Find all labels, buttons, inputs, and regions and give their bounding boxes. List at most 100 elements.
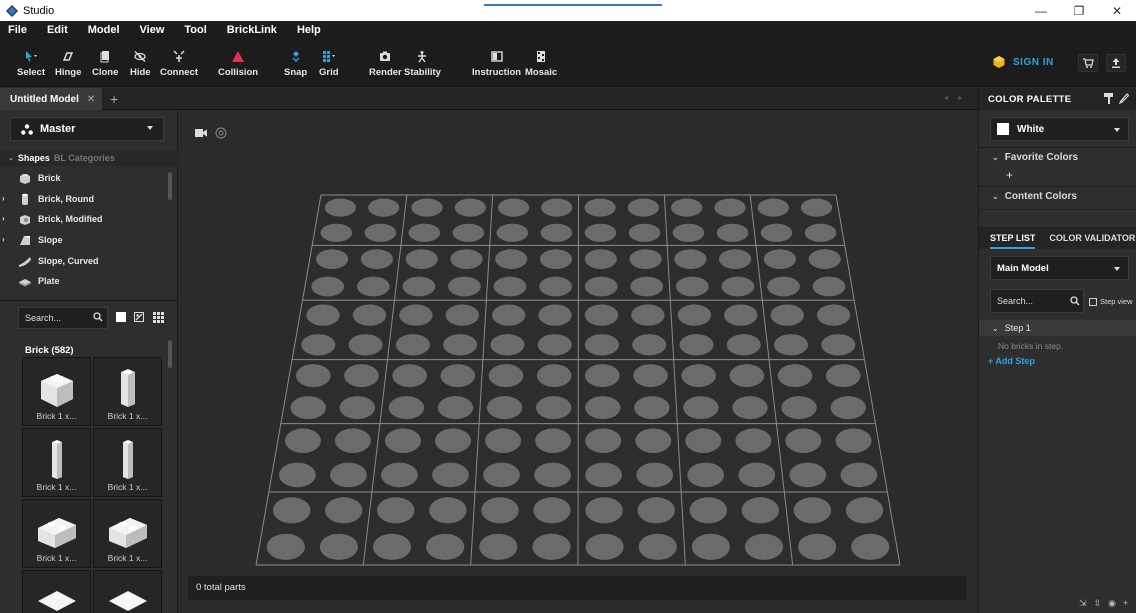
3d-viewport[interactable]: 0 total parts [178,110,978,613]
stud [585,462,622,488]
menu-bricklink[interactable]: BrickLink [217,21,287,40]
add-icon[interactable]: + [1123,598,1128,609]
paint-roller-icon[interactable] [1104,93,1114,104]
color-square-icon[interactable] [116,312,126,322]
part-tile[interactable]: Brick 1 x... [22,499,91,568]
hierarchy-icon [21,123,33,135]
collapse-icon[interactable]: ⇲ [1079,598,1087,609]
category-brick[interactable]: Brick [0,168,178,189]
decorated-filter-icon[interactable] [134,312,144,322]
minimize-button[interactable]: — [1022,0,1060,21]
stud [437,396,474,420]
menu-file[interactable]: File [0,21,37,40]
slope-icon [20,236,30,246]
baseplate-scene[interactable] [178,110,978,613]
add-tab-button[interactable]: + [110,91,118,107]
maximize-button[interactable]: ❐ [1060,0,1098,21]
hinge-tool-button[interactable]: Hinge [55,50,81,78]
grid-label: Grid [319,67,339,78]
part-tile[interactable]: Brick 1 x... [93,428,162,497]
category-brick-round[interactable]: › Brick, Round [0,189,178,210]
part-tile[interactable]: Brick 1 x... [22,428,91,497]
snap-tool-button[interactable]: Snap [284,50,307,78]
tab-bl-categories[interactable]: BL Categories [54,153,115,163]
stud [352,304,387,326]
tab-step-list[interactable]: STEP LIST [979,233,1036,249]
select-tool-button[interactable]: Select [17,50,45,78]
stud [536,396,572,420]
model-dropdown[interactable]: Main Model [990,256,1129,280]
brick-1x2-icon [109,518,147,548]
menu-edit[interactable]: Edit [37,21,78,40]
stud [798,533,837,560]
color-dropdown[interactable]: White [990,117,1129,141]
stud [585,497,623,524]
category-scrollbar[interactable] [168,172,172,200]
hide-label: Hide [130,67,151,78]
search-icon[interactable] [1070,296,1080,306]
stud [486,396,523,420]
visibility-icon[interactable]: ◉ [1108,598,1116,609]
menu-model[interactable]: Model [78,21,130,40]
content-colors-toggle[interactable]: ⌄ Content Colors [992,191,1077,202]
close-tab-icon[interactable]: ✕ [87,94,95,105]
part-tile[interactable]: Brick 1 x... [93,499,162,568]
add-favorite-color-button[interactable]: + [1006,168,1013,182]
upload-button[interactable] [1106,54,1126,72]
mosaic-tool-button[interactable]: Mosaic [525,50,557,78]
cart-button[interactable] [1078,54,1098,72]
menu-view[interactable]: View [130,21,175,40]
tab-untitled-model[interactable]: Untitled Model ✕ [0,88,102,110]
tab-scroll-arrows[interactable]: ◂ ▸ [944,93,966,102]
orbit-reset-icon[interactable] [215,127,227,139]
instruction-tool-button[interactable]: Instruction [472,50,521,78]
stud [537,334,572,356]
close-window-button[interactable]: ✕ [1098,0,1136,21]
category-slope-curved[interactable]: Slope, Curved [0,250,178,271]
grid-view-icon[interactable] [153,312,164,323]
category-label: Slope [38,235,63,246]
category-plate[interactable]: Plate [0,271,178,292]
menu-tool[interactable]: Tool [174,21,216,40]
stud [443,334,478,356]
stud [757,198,789,217]
add-step-button[interactable]: + Add Step [988,356,1035,366]
stud [448,276,481,297]
grid-tool-button[interactable]: Grid [319,50,339,78]
palette-dropdown[interactable]: Master [10,117,164,141]
collision-tool-button[interactable]: Collision [218,50,258,78]
stud [777,364,813,388]
category-slope[interactable]: › Slope [0,230,178,251]
clone-tool-button[interactable]: Clone [92,50,118,78]
brick-1x1-column-icon [123,440,133,479]
step-1-row[interactable]: ⌄ Step 1 [979,320,1136,336]
chevron-down-icon: ⌄ [992,153,999,162]
sign-in-button[interactable]: SIGN IN [993,56,1054,68]
menu-help[interactable]: Help [287,21,331,40]
render-tool-button[interactable]: Render [369,50,402,78]
stud [744,533,784,560]
part-tile[interactable]: Brick 1 x... [22,357,91,426]
category-brick-modified[interactable]: › Brick, Modified [0,209,178,230]
eyedropper-icon[interactable] [1119,93,1129,104]
stud [452,223,485,242]
connect-tool-button[interactable]: Connect [160,50,198,78]
stud [585,364,620,388]
part-tile[interactable] [93,570,162,613]
part-tile[interactable] [22,570,91,613]
part-tile[interactable]: Brick 1 x... [93,357,162,426]
camera-view-icon[interactable] [195,128,207,138]
tab-shapes[interactable]: Shapes [18,153,50,163]
step-view-checkbox[interactable]: Step view [1089,297,1133,306]
tab-color-validator[interactable]: COLOR VALIDATOR [1049,233,1135,243]
expand-icon[interactable]: ⇳ [1094,598,1102,609]
hide-tool-button[interactable]: Hide [130,50,151,78]
stud [498,198,530,217]
color-dropdown-value: White [1017,123,1045,135]
search-icon[interactable] [93,312,103,322]
favorite-colors-toggle[interactable]: ⌄ Favorite Colors [992,152,1078,163]
stud [585,396,621,420]
parts-scrollbar[interactable] [168,340,172,368]
stability-tool-button[interactable]: Stability [404,50,441,78]
step-label: Step 1 [1004,323,1031,333]
